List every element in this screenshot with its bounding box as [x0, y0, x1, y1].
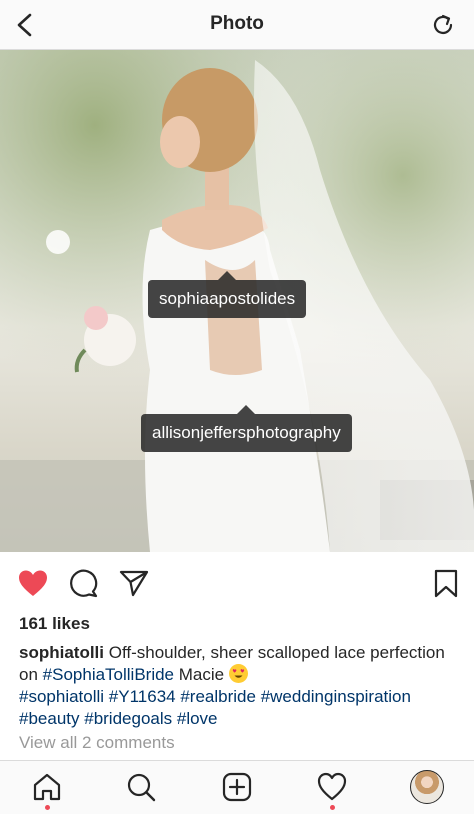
photo-tag-label: allisonjeffersphotography — [152, 423, 341, 442]
like-count[interactable]: 161 likes — [19, 614, 90, 634]
activity-heart-icon[interactable] — [316, 771, 348, 803]
heart-filled-icon[interactable] — [17, 568, 49, 598]
hashtag-link[interactable]: #Y11634 — [109, 687, 176, 706]
hashtag-link[interactable]: #beauty — [19, 709, 80, 728]
hashtag-link[interactable]: #SophiaTolliBride — [43, 665, 174, 684]
caption-username[interactable]: sophiatolli — [19, 643, 104, 662]
bottom-tab-bar — [0, 760, 474, 814]
post-caption: sophiatolli Off-shoulder, sheer scallope… — [19, 642, 459, 730]
page-title: Photo — [210, 13, 264, 34]
post-photo[interactable]: sophiaapostolides allisonjeffersphotogra… — [0, 50, 474, 552]
profile-avatar[interactable] — [410, 770, 444, 804]
photo-tag-label: sophiaapostolides — [159, 289, 296, 308]
hashtag-link[interactable]: #realbride — [180, 687, 256, 706]
hashtag-link[interactable]: #bridegoals — [84, 709, 172, 728]
paper-plane-icon[interactable] — [118, 568, 150, 598]
view-comments-link[interactable]: View all 2 comments — [19, 733, 175, 753]
caption-name: Macie — [178, 665, 225, 684]
heart-eyes-emoji-icon — [228, 664, 248, 683]
add-icon[interactable] — [221, 771, 253, 803]
comment-icon[interactable] — [68, 568, 100, 598]
hashtag-link[interactable]: #weddinginspiration — [261, 687, 411, 706]
top-navigation-bar: Photo — [0, 0, 474, 50]
refresh-icon[interactable] — [430, 12, 456, 38]
hashtag-link[interactable]: #sophiatolli — [19, 687, 104, 706]
search-icon[interactable] — [125, 771, 157, 803]
bookmark-icon[interactable] — [430, 568, 462, 598]
hashtag-link[interactable]: #love — [177, 709, 218, 728]
activity-notification-dot — [330, 805, 335, 810]
home-notification-dot — [45, 805, 50, 810]
photo-tag[interactable]: sophiaapostolides — [148, 271, 307, 318]
photo-tag[interactable]: allisonjeffersphotography — [141, 405, 352, 452]
post-actions-bar — [0, 552, 474, 612]
home-icon[interactable] — [31, 771, 63, 803]
